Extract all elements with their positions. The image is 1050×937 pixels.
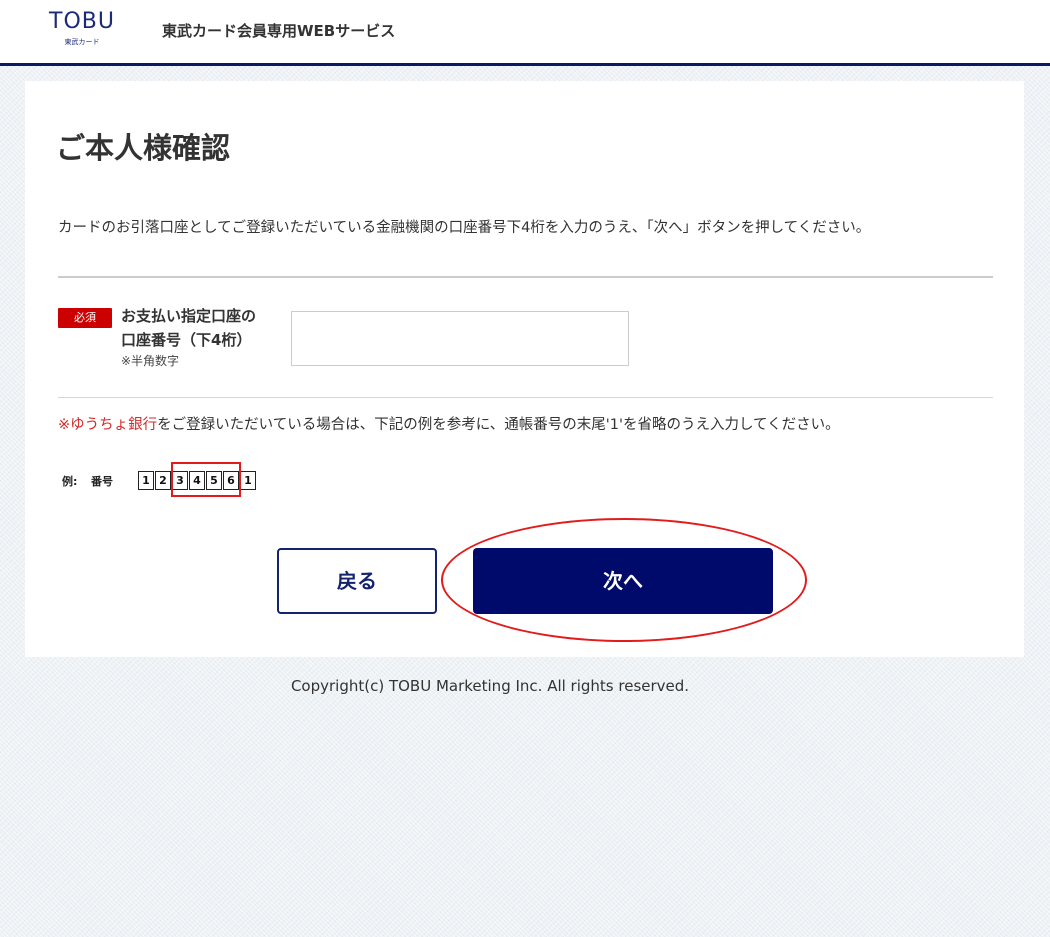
account-number-label-line2: 口座番号（下4桁）	[121, 331, 252, 349]
next-button[interactable]: 次へ	[473, 548, 773, 614]
example-digit: 1	[138, 471, 154, 490]
instruction-text: カードのお引落口座としてご登録いただいている金融機関の口座番号下4桁を入力のうえ…	[58, 220, 871, 236]
logo-wordmark: TOBU	[49, 9, 115, 34]
example-digit: 2	[155, 471, 171, 490]
example-digit-highlight-box	[171, 462, 241, 497]
yucho-bank-note: ※ゆうちょ銀行をご登録いただいている場合は、下記の例を参考に、通帳番号の末尾'1…	[58, 414, 840, 436]
page-title: ご本人様確認	[56, 131, 231, 165]
example-digit: 1	[240, 471, 256, 490]
identity-verification-card: ご本人様確認 カードのお引落口座としてご登録いただいている金融機関の口座番号下4…	[25, 81, 1024, 657]
yucho-bank-highlight: ※ゆうちょ銀行	[58, 417, 158, 433]
copyright-text: Copyright(c) TOBU Marketing Inc. All rig…	[290, 677, 690, 695]
tobu-logo[interactable]: TOBU 東武カード	[44, 9, 120, 47]
account-number-input[interactable]	[291, 311, 629, 366]
example-number-label: 番号	[91, 475, 113, 488]
half-width-digits-note: ※半角数字	[121, 354, 180, 368]
site-title: 東武カード会員専用WEBサービス	[162, 22, 396, 40]
divider-bottom	[58, 397, 993, 398]
required-badge: 必須	[58, 308, 112, 328]
account-number-label-line1: お支払い指定口座の	[121, 307, 257, 325]
divider-top	[58, 276, 993, 278]
site-header: TOBU 東武カード 東武カード会員専用WEBサービス	[0, 0, 1050, 66]
logo-subtitle: 東武カード	[64, 38, 100, 46]
yucho-bank-note-rest: をご登録いただいている場合は、下記の例を参考に、通帳番号の末尾'1'を省略のうえ…	[157, 417, 840, 433]
back-button[interactable]: 戻る	[277, 548, 437, 614]
account-number-label: お支払い指定口座の 口座番号（下4桁）	[121, 304, 256, 352]
example-label: 例:	[62, 475, 78, 488]
